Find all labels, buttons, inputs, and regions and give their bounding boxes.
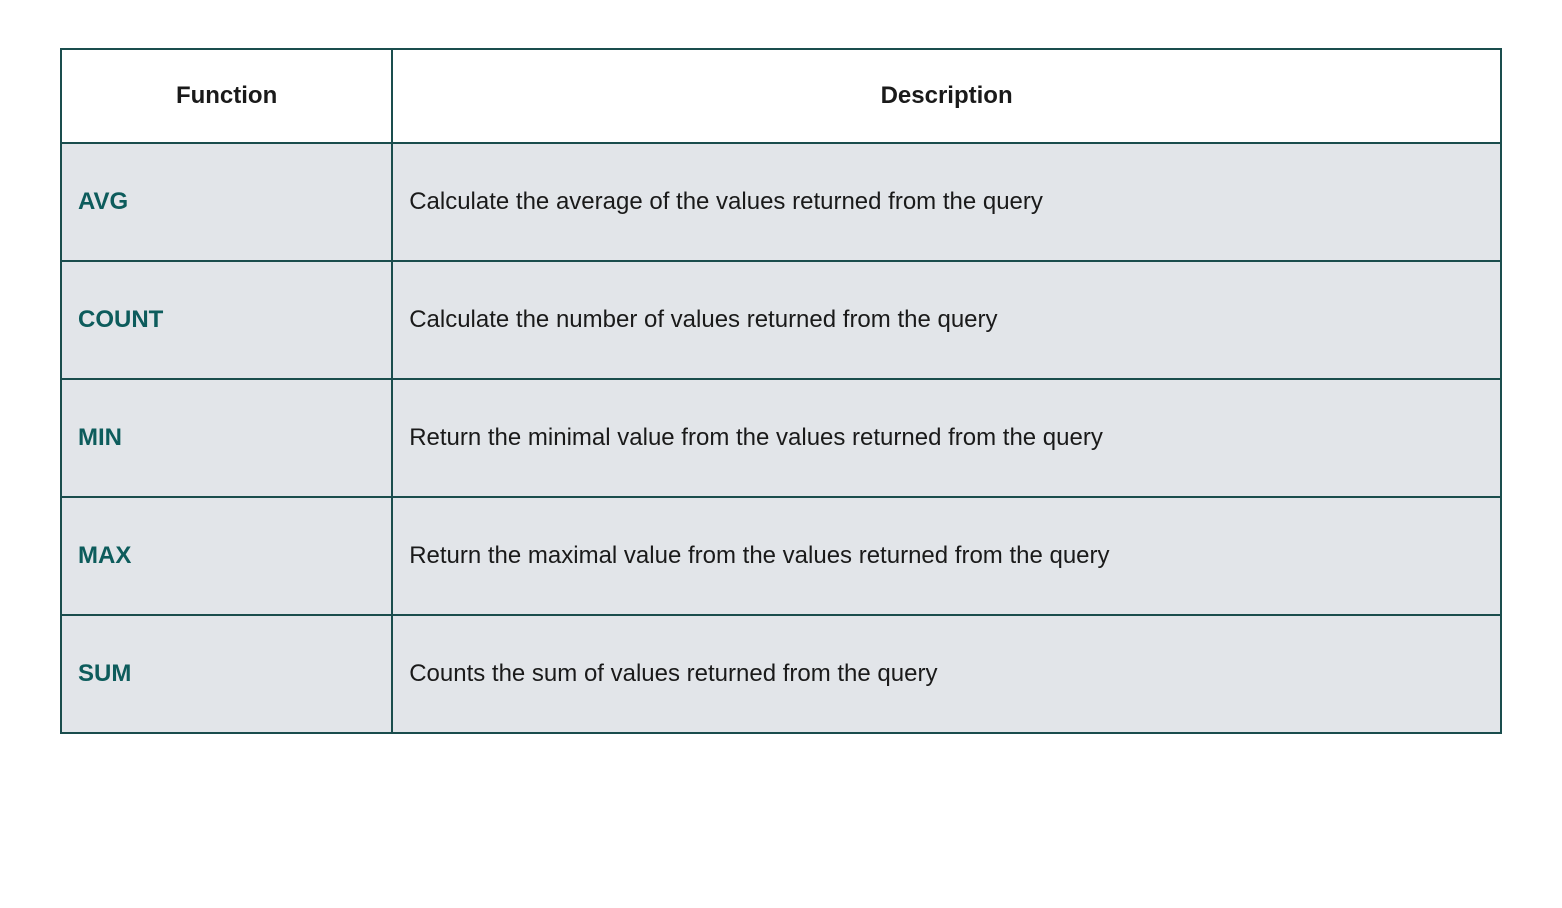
table-row: COUNT Calculate the number of values ret… [61, 261, 1501, 379]
table-header-row: Function Description [61, 49, 1501, 143]
function-name: SUM [61, 615, 392, 733]
table-row: MAX Return the maximal value from the va… [61, 497, 1501, 615]
functions-table: Function Description AVG Calculate the a… [60, 48, 1502, 734]
function-name: MAX [61, 497, 392, 615]
function-description: Calculate the average of the values retu… [392, 143, 1501, 261]
function-name: MIN [61, 379, 392, 497]
header-function: Function [61, 49, 392, 143]
function-description: Return the maximal value from the values… [392, 497, 1501, 615]
table-row: SUM Counts the sum of values returned fr… [61, 615, 1501, 733]
function-description: Counts the sum of values returned from t… [392, 615, 1501, 733]
table-row: AVG Calculate the average of the values … [61, 143, 1501, 261]
table-row: MIN Return the minimal value from the va… [61, 379, 1501, 497]
function-name: AVG [61, 143, 392, 261]
function-description: Calculate the number of values returned … [392, 261, 1501, 379]
function-name: COUNT [61, 261, 392, 379]
header-description: Description [392, 49, 1501, 143]
function-description: Return the minimal value from the values… [392, 379, 1501, 497]
